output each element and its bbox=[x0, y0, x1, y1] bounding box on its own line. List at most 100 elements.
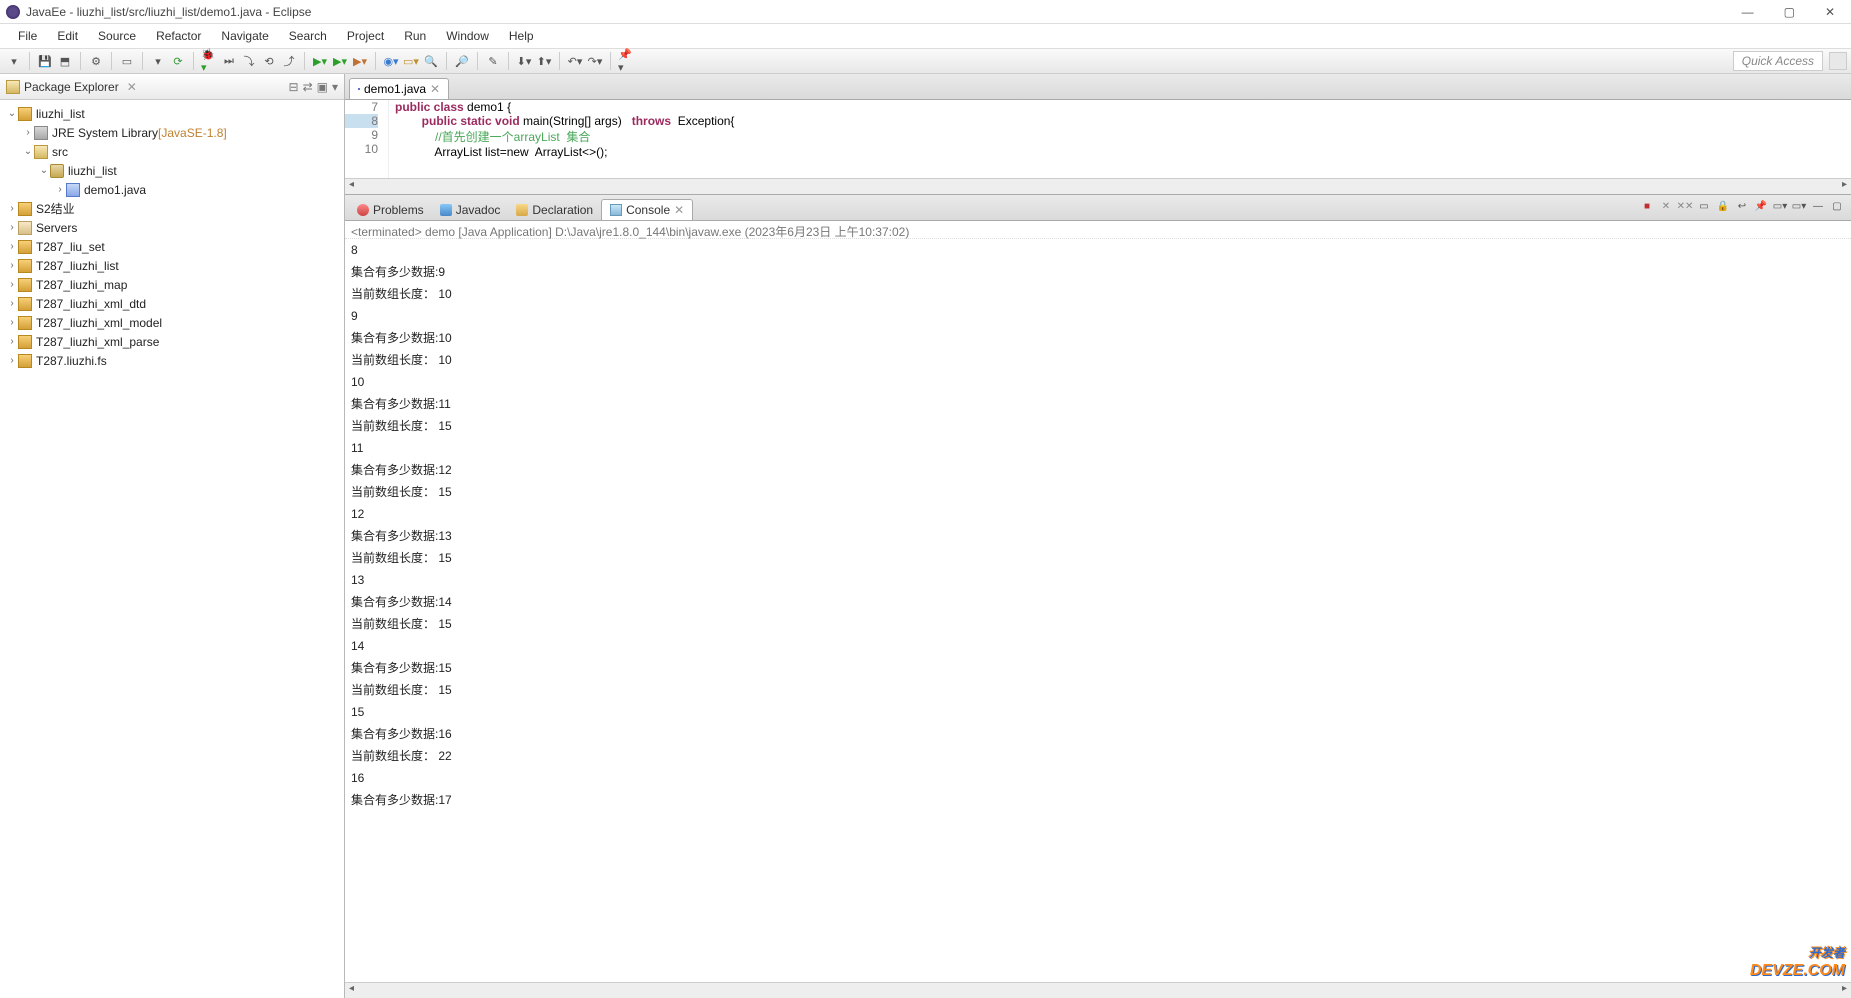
pin-icon[interactable]: 📌▾ bbox=[618, 53, 634, 69]
back-icon[interactable]: ↶▾ bbox=[567, 53, 583, 69]
tab-javadoc[interactable]: Javadoc bbox=[432, 200, 509, 220]
editor-tab-demo1[interactable]: demo1.java ✕ bbox=[349, 78, 449, 99]
min-icon[interactable]: — bbox=[1810, 198, 1826, 214]
tree-item[interactable]: ›Servers bbox=[0, 218, 344, 237]
save-icon[interactable]: 💾 bbox=[37, 53, 53, 69]
terminate-icon[interactable]: ■ bbox=[1639, 198, 1655, 214]
menu-help[interactable]: Help bbox=[499, 27, 544, 45]
tree-item[interactable]: ⌄liuzhi_list bbox=[0, 161, 344, 180]
tree-item[interactable]: ›JRE System Library [JavaSE-1.8] bbox=[0, 123, 344, 142]
menu-project[interactable]: Project bbox=[337, 27, 394, 45]
tab-label: Console bbox=[626, 203, 670, 217]
maximize-icon[interactable]: ▢ bbox=[1784, 5, 1795, 19]
tree-item[interactable]: ›T287.liuzhi.fs bbox=[0, 351, 344, 370]
tree-item[interactable]: ›T287_liu_set bbox=[0, 237, 344, 256]
tree-item[interactable]: ›T287_liuzhi_xml_model bbox=[0, 313, 344, 332]
quick-access-input[interactable]: Quick Access bbox=[1733, 51, 1823, 71]
tree-item-label: S2结业 bbox=[36, 200, 75, 217]
new-class-icon[interactable]: ◉▾ bbox=[383, 53, 399, 69]
open-console-icon[interactable]: ▭▾ bbox=[1791, 198, 1807, 214]
line-number: 10 bbox=[345, 142, 378, 156]
tab-declaration[interactable]: Declaration bbox=[508, 200, 601, 220]
editor-body[interactable]: 78910 public class demo1 { public static… bbox=[345, 100, 1851, 178]
run-icon[interactable]: ▶▾ bbox=[312, 53, 328, 69]
close-icon[interactable]: ✕ bbox=[674, 203, 684, 217]
focus-icon[interactable]: ▣ bbox=[317, 80, 328, 94]
view-menu-icon[interactable]: ▾ bbox=[332, 80, 338, 94]
server-icon[interactable]: ▾ bbox=[150, 53, 166, 69]
project-tree[interactable]: ⌄liuzhi_list›JRE System Library [JavaSE-… bbox=[0, 100, 344, 998]
tree-item[interactable]: ›T287_liuzhi_map bbox=[0, 275, 344, 294]
word-wrap-icon[interactable]: ↩ bbox=[1734, 198, 1750, 214]
search-icon[interactable]: 🔎 bbox=[454, 53, 470, 69]
refresh-icon[interactable]: ⟳ bbox=[170, 53, 186, 69]
next-annot-icon[interactable]: ⬇▾ bbox=[516, 53, 532, 69]
remove-all-icon[interactable]: ✕✕ bbox=[1677, 198, 1693, 214]
tree-item[interactable]: ›T287_liuzhi_list bbox=[0, 256, 344, 275]
console-horizontal-scrollbar[interactable] bbox=[345, 982, 1851, 998]
scroll-lock-icon[interactable]: 🔒 bbox=[1715, 198, 1731, 214]
tree-item-label: src bbox=[52, 145, 68, 159]
package-explorer-title: Package Explorer bbox=[24, 80, 119, 94]
menu-window[interactable]: Window bbox=[436, 27, 499, 45]
jre-icon bbox=[34, 126, 48, 140]
debug-icon[interactable]: 🐞▾ bbox=[201, 53, 217, 69]
menu-navigate[interactable]: Navigate bbox=[211, 27, 278, 45]
coverage-icon[interactable]: ▶▾ bbox=[352, 53, 368, 69]
new-pkg-icon[interactable]: ▭▾ bbox=[403, 53, 419, 69]
menu-file[interactable]: File bbox=[8, 27, 47, 45]
tree-item[interactable]: ⌄liuzhi_list bbox=[0, 104, 344, 123]
new-icon[interactable]: ▾ bbox=[6, 53, 22, 69]
project-icon bbox=[18, 240, 32, 254]
clear-console-icon[interactable]: ▭ bbox=[1696, 198, 1712, 214]
console-line: 集合有多少数据:13 bbox=[351, 525, 1845, 547]
decl-icon bbox=[516, 204, 528, 216]
title-bar: JavaEe - liuzhi_list/src/liuzhi_list/dem… bbox=[0, 0, 1851, 24]
editor-horizontal-scrollbar[interactable] bbox=[345, 178, 1851, 194]
tab-problems[interactable]: Problems bbox=[349, 200, 432, 220]
console-line: 集合有多少数据:17 bbox=[351, 789, 1845, 811]
open-perspective-icon[interactable]: ▭ bbox=[119, 53, 135, 69]
menu-refactor[interactable]: Refactor bbox=[146, 27, 211, 45]
close-icon[interactable]: ✕ bbox=[430, 82, 440, 96]
open-type-icon[interactable]: 🔍 bbox=[423, 53, 439, 69]
menu-search[interactable]: Search bbox=[279, 27, 337, 45]
remove-launch-icon[interactable]: ✕ bbox=[1658, 198, 1674, 214]
save-all-icon[interactable]: ⬒ bbox=[57, 53, 73, 69]
tab-console[interactable]: Console ✕ bbox=[601, 199, 693, 220]
console-line: 14 bbox=[351, 635, 1845, 657]
tree-item[interactable]: ⌄src bbox=[0, 142, 344, 161]
stepover-icon[interactable]: ⟲ bbox=[261, 53, 277, 69]
max-icon[interactable]: ▢ bbox=[1829, 198, 1845, 214]
prev-annot-icon[interactable]: ⬆▾ bbox=[536, 53, 552, 69]
forward-icon[interactable]: ↷▾ bbox=[587, 53, 603, 69]
perspective-button[interactable] bbox=[1829, 52, 1847, 70]
step-icon[interactable]: ⤵ bbox=[241, 53, 257, 69]
problems-icon bbox=[357, 204, 369, 216]
run-last-icon[interactable]: ▶▾ bbox=[332, 53, 348, 69]
tree-item[interactable]: ›S2结业 bbox=[0, 199, 344, 218]
close-icon[interactable]: ✕ bbox=[127, 80, 137, 94]
close-icon[interactable]: ✕ bbox=[1825, 5, 1835, 19]
skip-icon[interactable]: ⏭ bbox=[221, 53, 237, 69]
collapse-all-icon[interactable]: ⊟ bbox=[289, 80, 299, 94]
tree-item[interactable]: ›demo1.java bbox=[0, 180, 344, 199]
tree-item[interactable]: ›T287_liuzhi_xml_dtd bbox=[0, 294, 344, 313]
console-line: 12 bbox=[351, 503, 1845, 525]
menu-run[interactable]: Run bbox=[394, 27, 436, 45]
java-icon bbox=[66, 183, 80, 197]
console-line: 集合有多少数据:10 bbox=[351, 327, 1845, 349]
toggle-mark-icon[interactable]: ✎ bbox=[485, 53, 501, 69]
console-launch-header: <terminated> demo [Java Application] D:\… bbox=[345, 221, 1851, 239]
minimize-icon[interactable]: — bbox=[1742, 5, 1754, 19]
pin-console-icon[interactable]: 📌 bbox=[1753, 198, 1769, 214]
menu-source[interactable]: Source bbox=[88, 27, 146, 45]
tree-item-label: JRE System Library bbox=[52, 126, 158, 140]
build-icon[interactable]: ⚙ bbox=[88, 53, 104, 69]
console-output[interactable]: 8集合有多少数据:9当前数组长度： 109集合有多少数据:10当前数组长度： 1… bbox=[345, 239, 1851, 982]
stepout-icon[interactable]: ⤴ bbox=[281, 53, 297, 69]
menu-edit[interactable]: Edit bbox=[47, 27, 88, 45]
display-console-icon[interactable]: ▭▾ bbox=[1772, 198, 1788, 214]
tree-item[interactable]: ›T287_liuzhi_xml_parse bbox=[0, 332, 344, 351]
link-editor-icon[interactable]: ⇄ bbox=[303, 80, 313, 94]
